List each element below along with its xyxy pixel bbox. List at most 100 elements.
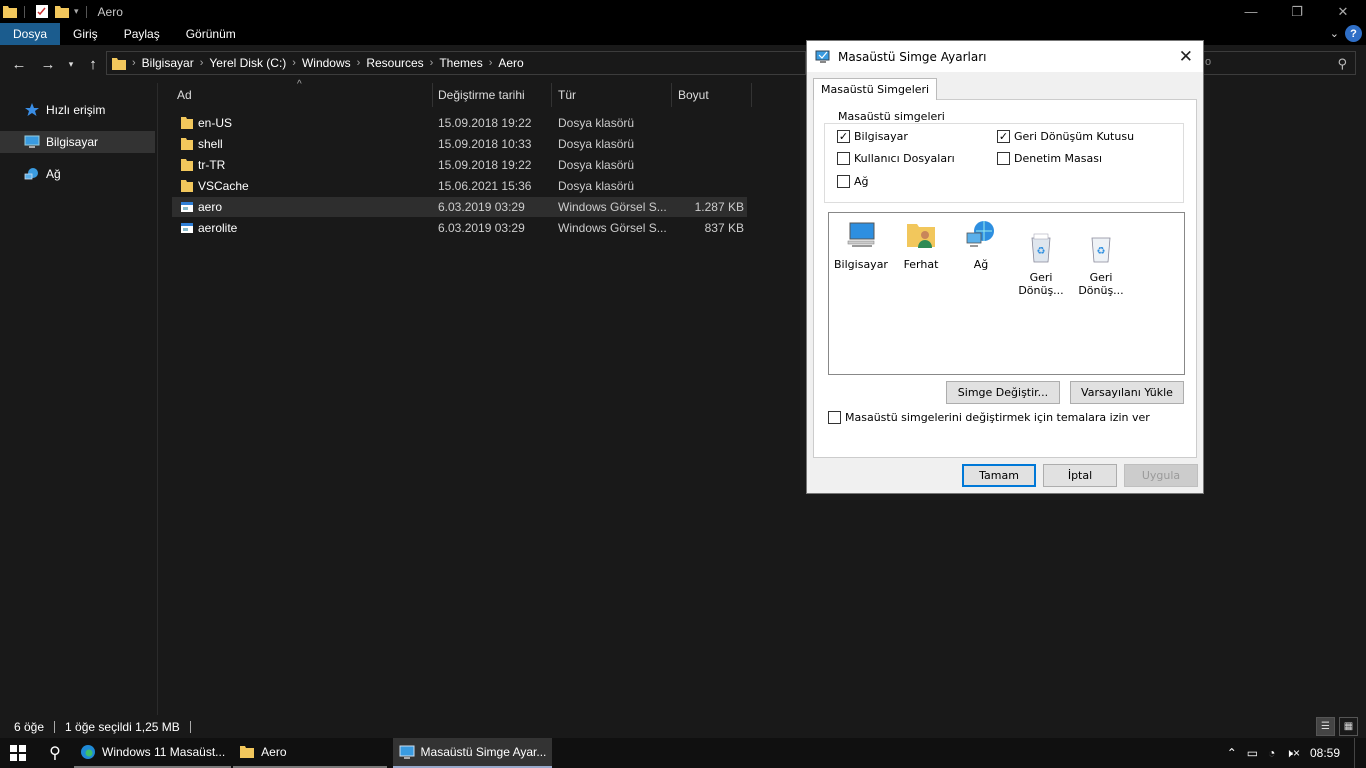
breadcrumb-separator-icon[interactable]: › <box>430 57 434 69</box>
sidebar-item-computer[interactable]: Bilgisayar <box>0 131 155 153</box>
tab-gorunum[interactable]: Görünüm <box>173 23 249 45</box>
forward-arrow-icon[interactable]: → <box>37 53 59 75</box>
desktop-icon-computer[interactable]: Bilgisayar <box>831 219 891 271</box>
table-row[interactable]: aero 6.03.2019 03:29 Windows Görsel S...… <box>172 197 747 217</box>
checkbox-box[interactable] <box>837 175 850 188</box>
wifi-icon[interactable]: ◔ <box>1268 746 1275 760</box>
column-header-type[interactable]: Tür <box>552 83 672 107</box>
breadcrumb-yerel-disk[interactable]: Yerel Disk (C:) <box>209 56 286 70</box>
breadcrumb-separator-icon[interactable]: › <box>200 57 204 69</box>
file-date: 15.09.2018 19:22 <box>438 116 532 130</box>
checkbox-box[interactable] <box>997 152 1010 165</box>
clock[interactable]: 08:59 <box>1310 746 1340 760</box>
sidebar-item-quick-access[interactable]: Hızlı erişim <box>0 99 155 121</box>
navigation-pane: Hızlı erişim Bilgisayar Ağ <box>0 83 158 715</box>
breadcrumb-separator-icon[interactable]: › <box>489 57 493 69</box>
properties-icon[interactable] <box>35 5 49 18</box>
expand-ribbon-icon[interactable]: ⌄ <box>1330 27 1339 40</box>
taskbar-app-label: Masaüstü Simge Ayar... <box>420 745 547 759</box>
recent-locations-icon[interactable]: ▾ <box>61 53 81 75</box>
desktop-icon-user-files[interactable]: Ferhat <box>891 219 951 271</box>
breadcrumb-resources[interactable]: Resources <box>366 56 423 70</box>
ok-button[interactable]: Tamam <box>962 464 1036 487</box>
start-button[interactable] <box>0 738 36 768</box>
breadcrumb-separator-icon[interactable]: › <box>357 57 361 69</box>
apply-button[interactable]: Uygula <box>1124 464 1198 487</box>
close-icon[interactable]: ✕ <box>1179 47 1193 67</box>
tab-dosya[interactable]: Dosya <box>0 23 61 45</box>
taskbar-app-explorer[interactable]: Aero <box>233 738 387 768</box>
volume-mute-icon[interactable]: 🕨× <box>1285 746 1300 761</box>
search-box[interactable]: o ⚲ <box>1200 51 1356 75</box>
restore-default-button[interactable]: Varsayılanı Yükle <box>1070 381 1184 404</box>
taskbar-app-desktop-icon-settings[interactable]: Masaüstü Simge Ayar... <box>392 738 553 768</box>
chevron-up-icon[interactable]: ⌃ <box>1227 746 1237 760</box>
cancel-button[interactable]: İptal <box>1043 464 1117 487</box>
checkbox-recycle-bin[interactable]: ✓ Geri Dönüşüm Kutusu <box>997 130 1134 143</box>
column-header-name[interactable]: Ad <box>171 83 433 107</box>
sidebar-item-network[interactable]: Ağ <box>0 163 155 185</box>
table-row[interactable]: shell 15.09.2018 10:33 Dosya klasörü <box>172 134 747 154</box>
desktop-icon-recycle-bin-full[interactable]: ♻ Geri Dönüş... <box>1011 219 1071 310</box>
back-arrow-icon[interactable]: ← <box>8 53 30 75</box>
search-icon[interactable]: ⚲ <box>36 738 74 768</box>
dialog-title-bar: Masaüstü Simge Ayarları ✕ <box>807 41 1203 72</box>
tab-giris[interactable]: Giriş <box>60 23 111 45</box>
desktop-settings-icon <box>399 745 415 759</box>
show-desktop-button[interactable] <box>1354 738 1358 768</box>
breadcrumb-themes[interactable]: Themes <box>439 56 482 70</box>
file-type: Dosya klasörü <box>558 116 635 130</box>
table-row[interactable]: VSCache 15.06.2021 15:36 Dosya klasörü <box>172 176 747 196</box>
battery-icon[interactable]: ▭ <box>1247 746 1258 760</box>
desktop-icon-recycle-bin-empty[interactable]: ♻ Geri Dönüş... <box>1071 219 1131 310</box>
breadcrumb-separator-icon: › <box>132 57 136 69</box>
checkbox-box[interactable]: ✓ <box>837 130 850 143</box>
file-date: 15.06.2021 15:36 <box>438 179 532 193</box>
new-folder-icon[interactable] <box>55 5 69 18</box>
explorer-title-bar: ▾ Aero — ❐ ✕ <box>0 0 1366 23</box>
checkbox-allow-themes[interactable]: Masaüstü simgelerini değiştirmek için te… <box>828 411 1150 424</box>
file-name: shell <box>198 137 223 151</box>
folder-icon <box>240 746 255 758</box>
desktop-settings-icon <box>815 50 830 63</box>
search-icon[interactable]: ⚲ <box>1337 56 1347 72</box>
address-bar[interactable]: › Bilgisayar › Yerel Disk (C:) › Windows… <box>106 51 806 75</box>
large-icons-view-icon[interactable]: ▦ <box>1339 717 1358 736</box>
selection-info: 1 öğe seçildi 1,25 MB <box>65 719 180 734</box>
table-row[interactable]: tr-TR 15.09.2018 19:22 Dosya klasörü <box>172 155 747 175</box>
column-header-date[interactable]: Değiştirme tarihi <box>432 83 552 107</box>
file-type: Windows Görsel S... <box>558 200 667 214</box>
details-view-icon[interactable]: ☰ <box>1316 717 1335 736</box>
divider <box>24 5 25 18</box>
table-row[interactable]: en-US 15.09.2018 19:22 Dosya klasörü <box>172 113 747 133</box>
close-button[interactable]: ✕ <box>1320 0 1366 23</box>
divider <box>189 720 191 733</box>
checkbox-box[interactable]: ✓ <box>997 130 1010 143</box>
desktop-icon-network[interactable]: Ağ <box>951 219 1011 271</box>
checkbox-box[interactable] <box>837 152 850 165</box>
search-placeholder: o <box>1205 56 1212 68</box>
user-folder-icon <box>907 224 935 248</box>
folder-icon <box>181 138 193 150</box>
column-header-size[interactable]: Boyut <box>672 83 752 107</box>
taskbar-app-edge[interactable]: Windows 11 Masaüst... <box>74 738 232 768</box>
checkbox-user-files[interactable]: Kullanıcı Dosyaları <box>837 152 955 165</box>
change-icon-button[interactable]: Simge Değiştir... <box>946 381 1060 404</box>
tab-desktop-icons[interactable]: Masaüstü Simgeleri <box>813 78 938 100</box>
up-arrow-icon[interactable]: ↑ <box>82 53 104 75</box>
checkbox-box[interactable] <box>828 411 841 424</box>
checkbox-computer[interactable]: ✓ Bilgisayar <box>837 130 908 143</box>
breadcrumb-separator-icon[interactable]: › <box>292 57 296 69</box>
help-button[interactable]: ? <box>1345 25 1362 42</box>
desktop-icon-label: Geri Dönüş... <box>1018 271 1064 297</box>
tab-paylas[interactable]: Paylaş <box>111 23 173 45</box>
breadcrumb-aero[interactable]: Aero <box>498 56 523 70</box>
breadcrumb-bilgisayar[interactable]: Bilgisayar <box>142 56 194 70</box>
checkbox-control-panel[interactable]: Denetim Masası <box>997 152 1102 165</box>
checkbox-network[interactable]: Ağ <box>837 175 869 188</box>
minimize-button[interactable]: — <box>1228 0 1274 23</box>
breadcrumb-windows[interactable]: Windows <box>302 56 351 70</box>
chevron-down-icon[interactable]: ▾ <box>74 6 79 17</box>
table-row[interactable]: aerolite 6.03.2019 03:29 Windows Görsel … <box>172 218 747 238</box>
restore-button[interactable]: ❐ <box>1274 0 1320 23</box>
